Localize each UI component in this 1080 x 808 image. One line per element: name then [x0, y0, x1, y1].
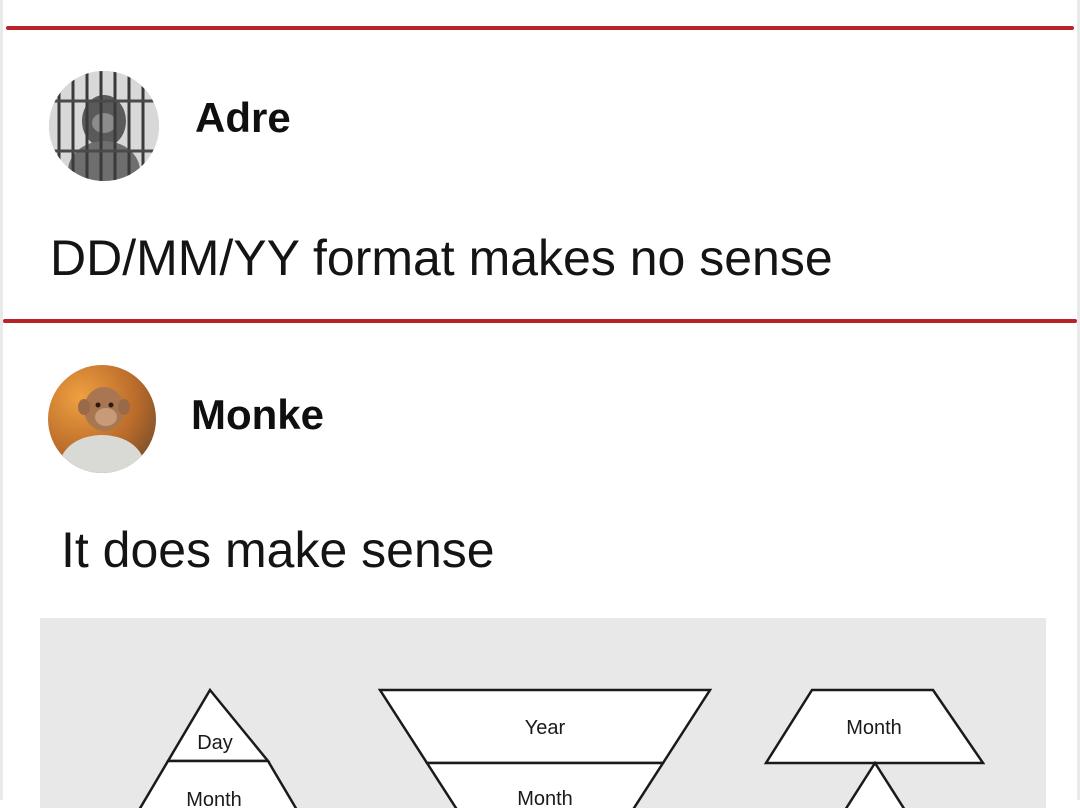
username-adre[interactable]: Adre [195, 94, 291, 142]
post-divider [3, 319, 1077, 323]
lower-triangle [844, 760, 906, 808]
right-shape: Month [763, 688, 986, 808]
label-month-center: Month [517, 788, 573, 808]
left-pyramid: Day Month [138, 687, 298, 808]
label-year: Year [525, 717, 566, 739]
label-month-right: Month [846, 717, 902, 739]
center-inverted-triangle: Year Month [377, 688, 713, 808]
post-divider [6, 26, 1074, 30]
post-text: DD/MM/YY format makes no sense [50, 230, 833, 286]
avatar-monke[interactable] [48, 365, 156, 473]
post-text: It does make sense [61, 522, 495, 578]
avatar-adre[interactable] [49, 71, 159, 181]
label-day: Day [197, 732, 233, 754]
left-edge [0, 0, 3, 800]
date-format-diagram: Day Month Year Month Month [40, 618, 1046, 808]
username-monke[interactable]: Monke [191, 391, 324, 439]
label-month-left: Month [186, 789, 242, 808]
